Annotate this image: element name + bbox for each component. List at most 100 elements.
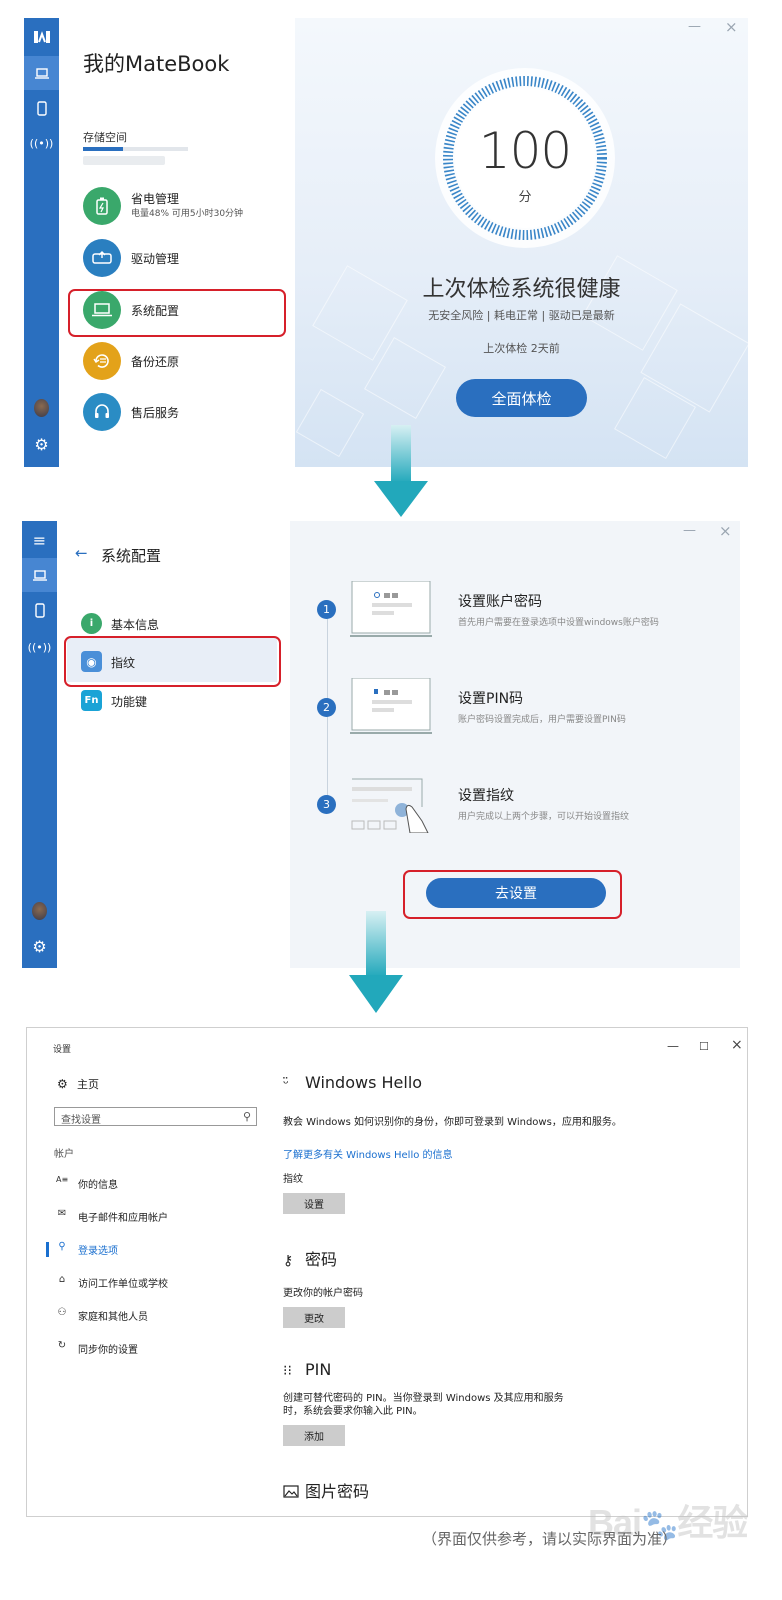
- app-title: 我的MateBook: [83, 52, 230, 76]
- menu-item-label: 省电管理: [131, 192, 180, 206]
- hex-pattern: [295, 388, 365, 458]
- step-number: 1: [317, 600, 336, 619]
- search-input[interactable]: [55, 1112, 256, 1129]
- key-icon: ⚷: [283, 1253, 294, 1269]
- menu-item-label: 售后服务: [131, 406, 180, 420]
- fn-key-icon: Fn: [81, 690, 102, 711]
- last-check-time: 上次体检 2天前: [483, 342, 560, 355]
- hello-description: 教会 Windows 如何识别你的身份，你即可登录到 Windows，应用和服务…: [283, 1117, 622, 1128]
- briefcase-icon: ⌂: [58, 1274, 66, 1285]
- nav-item-label: 访问工作单位或学校: [78, 1279, 168, 1290]
- step-title: 设置PIN码: [458, 691, 524, 707]
- highlight-box: [403, 870, 622, 919]
- matebook-logo-icon[interactable]: [24, 20, 59, 54]
- config-sidebar: ← 系统配置 i 基本信息 ◉ 指纹 Fn 功能键: [57, 521, 290, 968]
- hello-learn-more-link[interactable]: 了解更多有关 Windows Hello 的信息: [283, 1146, 453, 1161]
- nav-item-label: 同步你的设置: [78, 1345, 138, 1356]
- laptop-icon[interactable]: [22, 558, 57, 592]
- section-title-picture-password: 图片密码: [283, 1478, 369, 1502]
- arrow-down-icon: [349, 911, 403, 1013]
- laptop-illustration: [350, 581, 432, 637]
- fingerprint-sensor-illustration: [351, 778, 429, 833]
- home-sidebar: 我的MateBook 存储空间 省电管理 电量48% 可用5小时30分钟 驱动管…: [59, 18, 295, 467]
- health-summary: 无安全风险 | 耗电正常 | 驱动已是最新: [428, 309, 615, 322]
- search-box[interactable]: ⚲: [54, 1107, 257, 1129]
- footer-note: （界面仅供参考，请以实际界面为准）: [422, 1530, 678, 1548]
- nav-item-family[interactable]: ⚇ 家庭和其他人员: [54, 1305, 264, 1323]
- menu-icon[interactable]: ≡: [22, 523, 57, 557]
- maximize-button[interactable]: ☐: [699, 1040, 709, 1053]
- smiley-icon: ᵕ̈: [283, 1076, 289, 1092]
- add-pin-button[interactable]: 添加: [283, 1425, 345, 1446]
- nav-item-email-accounts[interactable]: ✉ 电子邮件和应用帐户: [54, 1206, 264, 1224]
- minimize-button[interactable]: —: [683, 523, 696, 538]
- sync-icon: ↻: [57, 1340, 67, 1351]
- highlight-box: [64, 636, 281, 687]
- minimize-button[interactable]: —: [688, 19, 701, 34]
- matebook-home-panel: ((•)) ⚙ 我的MateBook 存储空间 省电管理 电量48% 可用5小时…: [24, 18, 748, 467]
- windows-settings-window: 设置 — ☐ × ⚙ 主页 ⚲ 帐户 A≡ 你的信息 ✉ 电子邮件和应用帐户 ⚲ …: [26, 1027, 748, 1517]
- driver-icon: [83, 239, 121, 277]
- storage-value-blurred: [83, 156, 165, 165]
- sidebar-item-label: 功能键: [111, 695, 148, 709]
- full-check-button[interactable]: 全面体检: [456, 379, 587, 417]
- storage-progress: [83, 147, 188, 151]
- nav-item-work-school[interactable]: ⌂ 访问工作单位或学校: [54, 1272, 264, 1290]
- menu-item-service[interactable]: 售后服务: [83, 393, 283, 433]
- menu-item-label: 驱动管理: [131, 252, 180, 266]
- wireless-icon[interactable]: ((•)): [24, 126, 59, 160]
- section-title-windows-hello: ᵕ̈ Windows Hello: [283, 1073, 423, 1092]
- nav-rail: ((•)) ⚙: [24, 18, 59, 467]
- backup-icon: [83, 342, 121, 380]
- change-password-button[interactable]: 更改: [283, 1307, 345, 1328]
- nav-item-label: 登录选项: [78, 1246, 118, 1257]
- nav-item-label: 家庭和其他人员: [78, 1312, 148, 1323]
- close-button[interactable]: ×: [725, 18, 738, 36]
- system-config-panel: ≡ ((•)) ⚙ ← 系统配置 i 基本信息 ◉ 指纹 Fn 功能键 — ×: [22, 521, 740, 968]
- wireless-icon[interactable]: ((•)): [22, 630, 57, 664]
- phone-icon[interactable]: [22, 593, 57, 627]
- health-title: 上次体检系统很健康: [422, 277, 621, 302]
- nav-home[interactable]: ⚙ 主页: [57, 1076, 99, 1092]
- nav-item-your-info[interactable]: A≡ 你的信息: [54, 1173, 264, 1191]
- nav-item-sign-in-options[interactable]: ⚲ 登录选项: [54, 1239, 264, 1257]
- menu-item-backup[interactable]: 备份还原: [83, 342, 283, 382]
- fingerprint-setup-button[interactable]: 设置: [283, 1193, 345, 1214]
- step-description: 用户完成以上两个步骤，可以开始设置指纹: [458, 812, 630, 822]
- storage-label: 存储空间: [83, 131, 127, 144]
- battery-icon: [83, 187, 121, 225]
- step-number: 2: [317, 698, 336, 717]
- menu-item-power[interactable]: 省电管理 电量48% 可用5小时30分钟: [83, 187, 283, 227]
- gear-icon[interactable]: ⚙: [22, 929, 57, 963]
- menu-item-driver[interactable]: 驱动管理: [83, 239, 283, 279]
- step-description: 账户密码设置完成后，用户需要设置PIN码: [458, 715, 626, 725]
- battery-status: 电量48% 可用5小时30分钟: [131, 209, 244, 219]
- laptop-icon[interactable]: [24, 56, 59, 90]
- back-arrow-icon[interactable]: ←: [75, 544, 88, 562]
- active-indicator: [46, 1242, 49, 1257]
- menu-item-label: 备份还原: [131, 355, 180, 369]
- page-title: 系统配置: [101, 547, 162, 565]
- headset-icon: [83, 393, 121, 431]
- section-title-pin: ⁝⁝ PIN: [283, 1360, 332, 1379]
- close-button[interactable]: ×: [731, 1037, 743, 1053]
- picture-icon: [283, 1485, 305, 1501]
- minimize-button[interactable]: —: [667, 1039, 679, 1053]
- pin-description-line1: 创建可替代密码的 PIN。当你登录到 Windows 及其应用和服务: [283, 1393, 564, 1404]
- gear-icon: ⚙: [57, 1077, 68, 1091]
- phone-icon[interactable]: [24, 91, 59, 125]
- nav-item-sync[interactable]: ↻ 同步你的设置: [54, 1338, 264, 1356]
- score-unit: 分: [518, 190, 532, 205]
- password-description: 更改你的帐户密码: [283, 1288, 363, 1299]
- gear-icon[interactable]: ⚙: [24, 427, 59, 461]
- info-icon: i: [81, 613, 102, 634]
- sidebar-item-label: 基本信息: [111, 618, 160, 632]
- nav-item-label: 电子邮件和应用帐户: [78, 1213, 168, 1224]
- window-title: 设置: [53, 1045, 72, 1055]
- avatar[interactable]: [32, 902, 47, 920]
- step-title: 设置指纹: [458, 788, 514, 804]
- close-button[interactable]: ×: [719, 522, 732, 540]
- fingerprint-label: 指纹: [283, 1174, 303, 1185]
- avatar[interactable]: [34, 399, 49, 417]
- highlight-box: [68, 289, 286, 337]
